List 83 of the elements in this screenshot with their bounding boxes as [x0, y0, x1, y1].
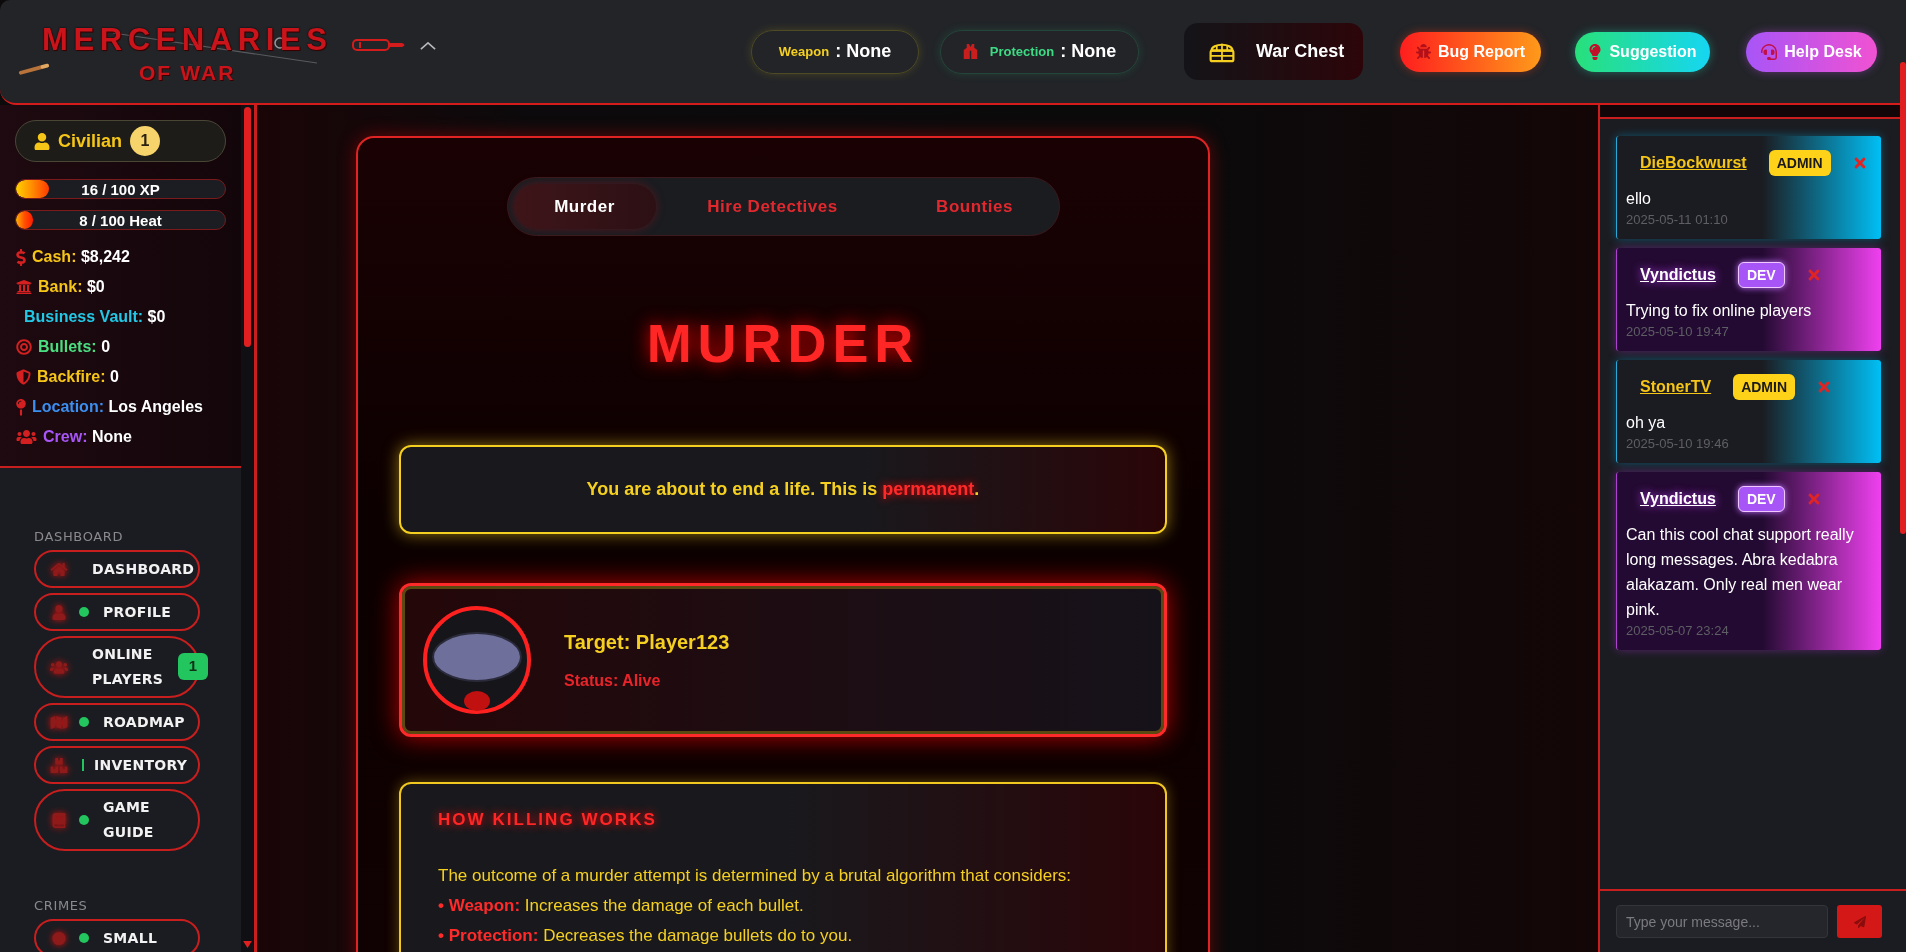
lightbulb-icon [1588, 43, 1603, 60]
chat-message-text: Trying to fix online players [1626, 301, 1813, 321]
stat-line: Bullets: 0 [38, 337, 111, 357]
close-icon[interactable] [1817, 379, 1831, 395]
progress-label: 8 / 100 Heat [79, 212, 162, 228]
equipment-value: : None [835, 40, 892, 63]
dollar-icon [16, 248, 26, 266]
shield-icon [16, 369, 31, 385]
tab[interactable]: Hire Detectives [677, 184, 868, 229]
chat-message-text: Can this cool chat support really long messages. Abra kedabra alakazam. Only real men wear pink. [1626, 525, 1855, 620]
chat-timestamp: 2025-05-07 23:24 [1626, 622, 1730, 640]
home-icon [50, 561, 68, 577]
chat-timestamp: 2025-05-11 01:10 [1626, 211, 1729, 229]
count-badge: 1 [178, 653, 208, 680]
war-chest-button[interactable]: War Chest [1184, 23, 1363, 80]
target-name: Target: Player123 [564, 630, 730, 655]
info-intro: The outcome of a murder attempt is determined by a brutal algorithm that considers: [438, 865, 1073, 887]
chat-message-text: oh ya [1626, 413, 1667, 433]
target-icon [16, 339, 32, 355]
equipment-label: Weapon [778, 42, 830, 61]
caret-up-icon[interactable] [420, 41, 437, 50]
circle-icon [50, 930, 68, 946]
role-badge: DEV [1737, 262, 1785, 288]
role-badge: ADMIN [1768, 150, 1831, 176]
bank-icon [16, 279, 32, 295]
progress-label: 16 / 100 XP [81, 181, 160, 197]
send-button[interactable] [1837, 905, 1882, 938]
equipment-value: : None [1060, 40, 1117, 63]
nav-item[interactable]: GAME GUIDE [34, 789, 200, 851]
warning-text: You are about to end a life. This is permanent. [586, 478, 980, 501]
nav-item[interactable]: ROADMAP [34, 703, 200, 741]
close-icon[interactable] [1806, 267, 1821, 283]
rank-label: Civilian [58, 129, 123, 153]
close-icon[interactable] [1806, 491, 1821, 507]
scrollbar-thumb[interactable] [1900, 62, 1906, 534]
stat-line: Location: Los Angeles [32, 397, 203, 417]
chat-username[interactable]: Vyndictus [1640, 487, 1716, 511]
info-title: HOW KILLING WORKS [438, 809, 658, 831]
bug-icon [1415, 44, 1431, 59]
stat-line: Business Vault: $0 [24, 307, 166, 327]
target-status: Status: Alive [564, 671, 662, 691]
chat-message-text: ello [1626, 189, 1652, 209]
info-point: • Weapon: Increases the damage of each bullet. [438, 895, 805, 917]
users-icon [16, 429, 37, 445]
role-badge: DEV [1737, 486, 1785, 512]
book-icon [50, 812, 68, 828]
info-point: • Protection: Decreases the damage bullets do to you. [438, 925, 854, 947]
section-label: DASHBOARD [34, 529, 125, 545]
scroll-down-arrow-icon[interactable] [243, 941, 252, 948]
cigar-icon [18, 62, 50, 75]
nav-item[interactable]: PROFILE [34, 593, 200, 631]
page-title: MURDER [646, 316, 920, 370]
send-icon [1853, 915, 1866, 928]
tab[interactable]: Bounties [899, 184, 1050, 229]
map-icon [50, 714, 68, 730]
role-badge: ADMIN [1733, 374, 1795, 400]
stat-line: Crew: None [43, 427, 132, 447]
chat-username[interactable]: Vyndictus [1640, 263, 1716, 287]
tab[interactable]: Murder [513, 184, 656, 229]
headset-icon [1761, 43, 1778, 60]
nav-item[interactable]: INVENTORY [34, 746, 200, 784]
vest-icon [962, 43, 978, 60]
rank-badge: 1 [130, 126, 161, 156]
user-icon [50, 604, 68, 620]
boxes-icon [50, 757, 68, 773]
section-label: CRIMES [34, 898, 89, 914]
stat-line: Cash: $8,242 [32, 247, 130, 267]
pin-icon [16, 398, 26, 416]
stat-line: Bank: $0 [38, 277, 105, 297]
chat-timestamp: 2025-05-10 19:47 [1626, 323, 1730, 341]
header-button[interactable]: Help Desk [1746, 31, 1877, 72]
chat-username[interactable]: StonerTV [1640, 375, 1712, 399]
user-icon [34, 132, 50, 150]
nav-item[interactable]: SMALL [34, 919, 200, 952]
chat-timestamp: 2025-05-10 19:46 [1626, 435, 1730, 453]
scrollbar-thumb[interactable] [244, 107, 251, 347]
users-icon [50, 659, 68, 675]
equipment-label: Protection [989, 42, 1055, 61]
message-input[interactable]: Type your message... [1616, 905, 1828, 938]
stat-line: Backfire: 0 [37, 367, 119, 387]
nav-item[interactable]: DASHBOARD [34, 550, 200, 588]
close-icon[interactable] [1852, 155, 1867, 171]
chat-username[interactable]: DieBockwurst [1640, 151, 1747, 175]
